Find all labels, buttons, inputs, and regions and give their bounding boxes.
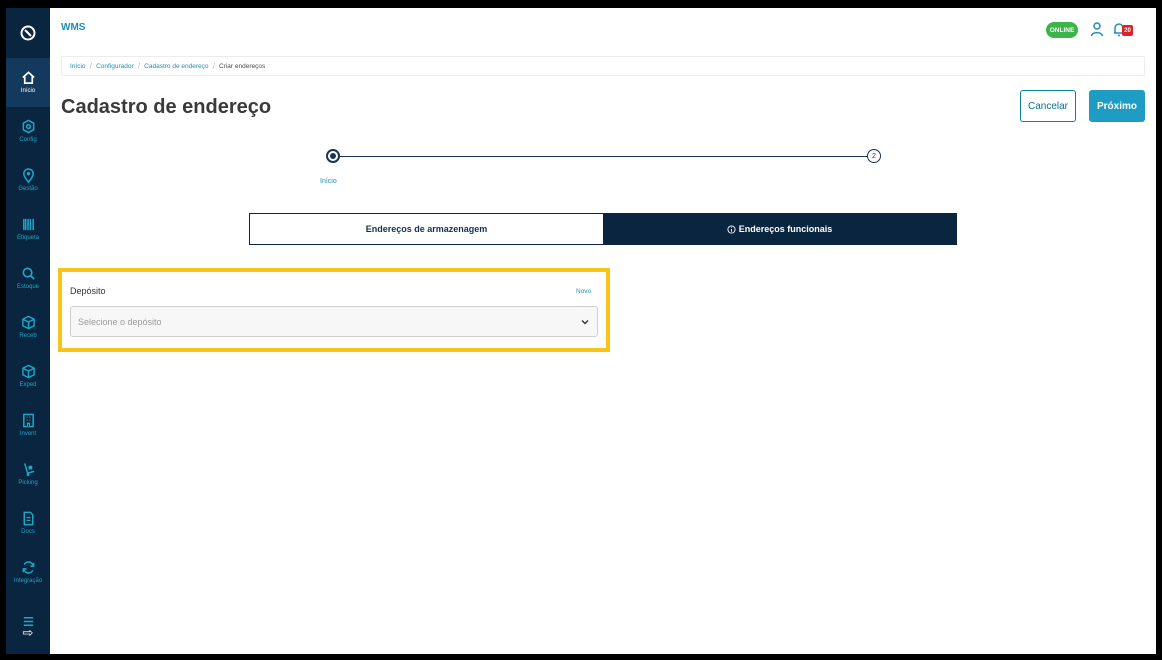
chevron-down-icon bbox=[581, 320, 589, 325]
sidebar-item-integracao[interactable]: Integração bbox=[6, 548, 50, 597]
cancel-button[interactable]: Cancelar bbox=[1020, 90, 1076, 122]
tab-label: Endereços de armazenagem bbox=[365, 224, 488, 234]
step-1-indicator bbox=[326, 149, 340, 163]
building-icon bbox=[22, 413, 34, 428]
sync-icon bbox=[22, 561, 34, 574]
stepper-line bbox=[338, 156, 868, 157]
sidebar-item-label: Picking bbox=[18, 480, 38, 486]
breadcrumb-item-inicio[interactable]: Início bbox=[66, 63, 90, 70]
search-icon bbox=[22, 267, 35, 280]
new-deposit-link[interactable]: Novo bbox=[576, 288, 591, 295]
deposit-label: Depósito bbox=[70, 286, 106, 296]
sidebar-item-label: Receb bbox=[19, 333, 37, 339]
hand-truck-icon bbox=[23, 463, 34, 477]
page-title: Cadastro de endereço bbox=[61, 96, 272, 118]
location-pin-icon bbox=[22, 168, 34, 183]
sidebar-item-receb[interactable]: Receb bbox=[6, 303, 50, 352]
sidebar-item-etiqueta[interactable]: Etiqueta bbox=[6, 205, 50, 254]
tab-functional-addresses[interactable]: Endereços funcionais bbox=[603, 214, 956, 244]
sidebar-item-label: Integração bbox=[13, 578, 43, 584]
deposit-placeholder: Selecione o depósito bbox=[78, 316, 162, 327]
breadcrumb-item-cadastro[interactable]: Cadastro de endereço bbox=[140, 63, 212, 70]
sidebar-item-label: Exped bbox=[19, 382, 37, 388]
sidebar-item-label: Invent bbox=[19, 431, 37, 437]
gear-icon bbox=[22, 119, 34, 134]
step-2-indicator: 2 bbox=[867, 149, 881, 163]
sidebar-item-label: Etiqueta bbox=[16, 235, 40, 241]
sidebar-item-label: Início bbox=[20, 88, 36, 94]
step-1-label: Início bbox=[320, 178, 337, 185]
app-title: WMS bbox=[61, 22, 86, 33]
sidebar-item-exped[interactable]: Exped bbox=[6, 352, 50, 401]
address-type-tabs: Endereços de armazenagem Endereços funci… bbox=[249, 213, 957, 245]
sidebar-item-invent[interactable]: Invent bbox=[6, 401, 50, 450]
sidebar-item-label: Gestão bbox=[18, 186, 38, 192]
sidebar-item-gestao[interactable]: Gestão bbox=[6, 156, 50, 205]
home-icon bbox=[21, 71, 35, 84]
sidebar-item-estoque[interactable]: Estoque bbox=[6, 254, 50, 303]
breadcrumb-item-configurador[interactable]: Configurador bbox=[92, 63, 138, 70]
notification-badge: 20 bbox=[1122, 25, 1133, 36]
logo-icon[interactable] bbox=[6, 20, 50, 46]
sidebar-item-label: Docs bbox=[21, 529, 35, 535]
breadcrumb: Início / Configurador / Cadastro de ende… bbox=[61, 56, 1145, 76]
status-badge: ONLINE bbox=[1046, 22, 1078, 38]
sidebar: Início Config Gestão Etiqueta Estoque Re… bbox=[6, 8, 50, 654]
sidebar-item-label: Estoque bbox=[16, 284, 40, 290]
box-out-icon bbox=[21, 364, 35, 379]
expand-sidebar-icon[interactable]: ⇨ bbox=[6, 622, 50, 644]
user-icon[interactable] bbox=[1089, 21, 1105, 37]
deposit-select[interactable]: Selecione o depósito bbox=[70, 306, 598, 337]
sidebar-item-label: Config bbox=[19, 137, 37, 143]
box-in-icon bbox=[21, 315, 35, 330]
sidebar-nav: Início Config Gestão Etiqueta Estoque Re… bbox=[6, 58, 50, 646]
tab-label: Endereços funcionais bbox=[738, 224, 833, 234]
tab-storage-addresses[interactable]: Endereços de armazenagem bbox=[250, 214, 603, 244]
document-icon bbox=[23, 511, 33, 526]
sidebar-item-picking[interactable]: Picking bbox=[6, 450, 50, 499]
breadcrumb-item-current: Criar endereços bbox=[219, 62, 266, 70]
app-window: Início Config Gestão Etiqueta Estoque Re… bbox=[6, 8, 1156, 654]
info-icon bbox=[727, 224, 736, 234]
sidebar-item-docs[interactable]: Docs bbox=[6, 499, 50, 548]
barcode-icon bbox=[22, 218, 34, 231]
top-bar: WMS ONLINE 20 bbox=[50, 8, 1156, 52]
sidebar-item-config[interactable]: Config bbox=[6, 107, 50, 156]
sidebar-item-inicio[interactable]: Início bbox=[6, 58, 50, 107]
next-button[interactable]: Próximo bbox=[1089, 90, 1145, 122]
